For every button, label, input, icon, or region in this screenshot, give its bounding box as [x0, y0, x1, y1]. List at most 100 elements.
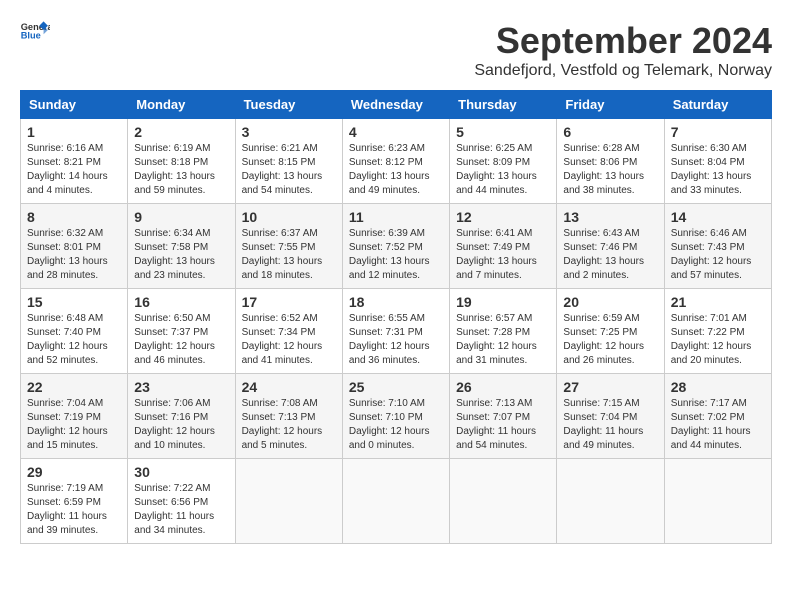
day-info: Sunrise: 7:01 AM Sunset: 7:22 PM Dayligh…	[671, 312, 765, 368]
calendar-table: SundayMondayTuesdayWednesdayThursdayFrid…	[20, 90, 772, 544]
day-number: 19	[456, 294, 550, 310]
calendar-cell-1-1: 1 Sunrise: 6:16 AM Sunset: 8:21 PM Daylig…	[21, 119, 128, 204]
calendar-cell-3-2: 16 Sunrise: 6:50 AM Sunset: 7:37 PM Dayli…	[128, 289, 235, 374]
day-number: 8	[27, 209, 121, 225]
day-number: 5	[456, 124, 550, 140]
day-info: Sunrise: 6:16 AM Sunset: 8:21 PM Dayligh…	[27, 142, 121, 198]
day-number: 23	[134, 379, 228, 395]
calendar-cell-4-5: 26 Sunrise: 7:13 AM Sunset: 7:07 PM Dayli…	[450, 374, 557, 459]
day-info: Sunrise: 7:17 AM Sunset: 7:02 PM Dayligh…	[671, 397, 765, 453]
calendar-cell-4-2: 23 Sunrise: 7:06 AM Sunset: 7:16 PM Dayli…	[128, 374, 235, 459]
day-number: 20	[563, 294, 657, 310]
logo: General Blue	[20, 20, 50, 40]
calendar-cell-5-6	[557, 459, 664, 544]
day-info: Sunrise: 6:57 AM Sunset: 7:28 PM Dayligh…	[456, 312, 550, 368]
day-info: Sunrise: 6:46 AM Sunset: 7:43 PM Dayligh…	[671, 227, 765, 283]
calendar-cell-5-2: 30 Sunrise: 7:22 AM Sunset: 6:56 PM Dayli…	[128, 459, 235, 544]
day-info: Sunrise: 6:52 AM Sunset: 7:34 PM Dayligh…	[242, 312, 336, 368]
calendar-cell-3-6: 20 Sunrise: 6:59 AM Sunset: 7:25 PM Dayli…	[557, 289, 664, 374]
day-info: Sunrise: 7:15 AM Sunset: 7:04 PM Dayligh…	[563, 397, 657, 453]
day-info: Sunrise: 6:41 AM Sunset: 7:49 PM Dayligh…	[456, 227, 550, 283]
calendar-title: September 2024	[474, 20, 772, 62]
day-number: 27	[563, 379, 657, 395]
day-number: 10	[242, 209, 336, 225]
calendar-cell-5-1: 29 Sunrise: 7:19 AM Sunset: 6:59 PM Dayli…	[21, 459, 128, 544]
day-info: Sunrise: 6:30 AM Sunset: 8:04 PM Dayligh…	[671, 142, 765, 198]
day-info: Sunrise: 6:32 AM Sunset: 8:01 PM Dayligh…	[27, 227, 121, 283]
logo-icon: General Blue	[20, 20, 50, 40]
week-row-4: 22Sunrise: 7:04 AM Sunset: 7:19 PM Dayli…	[21, 374, 772, 459]
calendar-cell-3-7: 21 Sunrise: 7:01 AM Sunset: 7:22 PM Dayli…	[664, 289, 771, 374]
calendar-cell-4-6: 27 Sunrise: 7:15 AM Sunset: 7:04 PM Dayli…	[557, 374, 664, 459]
day-number: 4	[349, 124, 443, 140]
calendar-cell-2-4: 11 Sunrise: 6:39 AM Sunset: 7:52 PM Dayli…	[342, 204, 449, 289]
week-row-2: 8 Sunrise: 6:32 AM Sunset: 8:01 PM Daylig…	[21, 204, 772, 289]
day-info: Sunrise: 7:13 AM Sunset: 7:07 PM Dayligh…	[456, 397, 550, 453]
day-info: Sunrise: 6:23 AM Sunset: 8:12 PM Dayligh…	[349, 142, 443, 198]
weekday-saturday: Saturday	[664, 91, 771, 119]
day-info: Sunrise: 6:19 AM Sunset: 8:18 PM Dayligh…	[134, 142, 228, 198]
weekday-tuesday: Tuesday	[235, 91, 342, 119]
day-info: Sunrise: 7:04 AM Sunset: 7:19 PM Dayligh…	[27, 397, 121, 453]
day-info: Sunrise: 7:08 AM Sunset: 7:13 PM Dayligh…	[242, 397, 336, 453]
day-info: Sunrise: 6:50 AM Sunset: 7:37 PM Dayligh…	[134, 312, 228, 368]
day-info: Sunrise: 6:28 AM Sunset: 8:06 PM Dayligh…	[563, 142, 657, 198]
day-number: 29	[27, 464, 121, 480]
day-number: 30	[134, 464, 228, 480]
calendar-cell-1-5: 5 Sunrise: 6:25 AM Sunset: 8:09 PM Daylig…	[450, 119, 557, 204]
calendar-cell-5-3	[235, 459, 342, 544]
calendar-cell-2-1: 8 Sunrise: 6:32 AM Sunset: 8:01 PM Daylig…	[21, 204, 128, 289]
calendar-cell-3-4: 18 Sunrise: 6:55 AM Sunset: 7:31 PM Dayli…	[342, 289, 449, 374]
calendar-cell-1-2: 2 Sunrise: 6:19 AM Sunset: 8:18 PM Daylig…	[128, 119, 235, 204]
day-info: Sunrise: 6:39 AM Sunset: 7:52 PM Dayligh…	[349, 227, 443, 283]
week-row-5: 29 Sunrise: 7:19 AM Sunset: 6:59 PM Dayli…	[21, 459, 772, 544]
day-info: Sunrise: 7:19 AM Sunset: 6:59 PM Dayligh…	[27, 482, 121, 538]
calendar-cell-2-5: 12Sunrise: 6:41 AM Sunset: 7:49 PM Dayli…	[450, 204, 557, 289]
day-number: 28	[671, 379, 765, 395]
day-number: 7	[671, 124, 765, 140]
calendar-cell-3-3: 17 Sunrise: 6:52 AM Sunset: 7:34 PM Dayli…	[235, 289, 342, 374]
day-number: 9	[134, 209, 228, 225]
calendar-cell-1-3: 3 Sunrise: 6:21 AM Sunset: 8:15 PM Daylig…	[235, 119, 342, 204]
day-number: 3	[242, 124, 336, 140]
calendar-cell-1-4: 4 Sunrise: 6:23 AM Sunset: 8:12 PM Daylig…	[342, 119, 449, 204]
day-info: Sunrise: 6:55 AM Sunset: 7:31 PM Dayligh…	[349, 312, 443, 368]
calendar-cell-4-1: 22Sunrise: 7:04 AM Sunset: 7:19 PM Dayli…	[21, 374, 128, 459]
day-info: Sunrise: 6:25 AM Sunset: 8:09 PM Dayligh…	[456, 142, 550, 198]
day-info: Sunrise: 7:22 AM Sunset: 6:56 PM Dayligh…	[134, 482, 228, 538]
calendar-cell-2-6: 13 Sunrise: 6:43 AM Sunset: 7:46 PM Dayli…	[557, 204, 664, 289]
day-info: Sunrise: 6:21 AM Sunset: 8:15 PM Dayligh…	[242, 142, 336, 198]
calendar-cell-4-7: 28 Sunrise: 7:17 AM Sunset: 7:02 PM Dayli…	[664, 374, 771, 459]
day-number: 18	[349, 294, 443, 310]
calendar-subtitle: Sandefjord, Vestfold og Telemark, Norway	[474, 62, 772, 80]
day-number: 21	[671, 294, 765, 310]
day-number: 26	[456, 379, 550, 395]
weekday-thursday: Thursday	[450, 91, 557, 119]
calendar-cell-2-7: 14Sunrise: 6:46 AM Sunset: 7:43 PM Dayli…	[664, 204, 771, 289]
calendar-cell-2-3: 10 Sunrise: 6:37 AM Sunset: 7:55 PM Dayli…	[235, 204, 342, 289]
day-number: 13	[563, 209, 657, 225]
day-number: 1	[27, 124, 121, 140]
calendar-cell-1-6: 6 Sunrise: 6:28 AM Sunset: 8:06 PM Daylig…	[557, 119, 664, 204]
day-info: Sunrise: 7:06 AM Sunset: 7:16 PM Dayligh…	[134, 397, 228, 453]
day-info: Sunrise: 6:43 AM Sunset: 7:46 PM Dayligh…	[563, 227, 657, 283]
day-info: Sunrise: 6:37 AM Sunset: 7:55 PM Dayligh…	[242, 227, 336, 283]
day-number: 6	[563, 124, 657, 140]
week-row-3: 15Sunrise: 6:48 AM Sunset: 7:40 PM Dayli…	[21, 289, 772, 374]
calendar-cell-1-7: 7 Sunrise: 6:30 AM Sunset: 8:04 PM Daylig…	[664, 119, 771, 204]
weekday-friday: Friday	[557, 91, 664, 119]
day-number: 2	[134, 124, 228, 140]
day-number: 16	[134, 294, 228, 310]
calendar-cell-2-2: 9 Sunrise: 6:34 AM Sunset: 7:58 PM Daylig…	[128, 204, 235, 289]
day-info: Sunrise: 6:34 AM Sunset: 7:58 PM Dayligh…	[134, 227, 228, 283]
calendar-cell-5-5	[450, 459, 557, 544]
weekday-sunday: Sunday	[21, 91, 128, 119]
day-number: 25	[349, 379, 443, 395]
calendar-cell-4-3: 24Sunrise: 7:08 AM Sunset: 7:13 PM Dayli…	[235, 374, 342, 459]
day-number: 11	[349, 209, 443, 225]
day-info: Sunrise: 6:59 AM Sunset: 7:25 PM Dayligh…	[563, 312, 657, 368]
title-section: September 2024 Sandefjord, Vestfold og T…	[474, 20, 772, 80]
day-number: 17	[242, 294, 336, 310]
calendar-cell-5-7	[664, 459, 771, 544]
calendar-cell-3-5: 19 Sunrise: 6:57 AM Sunset: 7:28 PM Dayli…	[450, 289, 557, 374]
